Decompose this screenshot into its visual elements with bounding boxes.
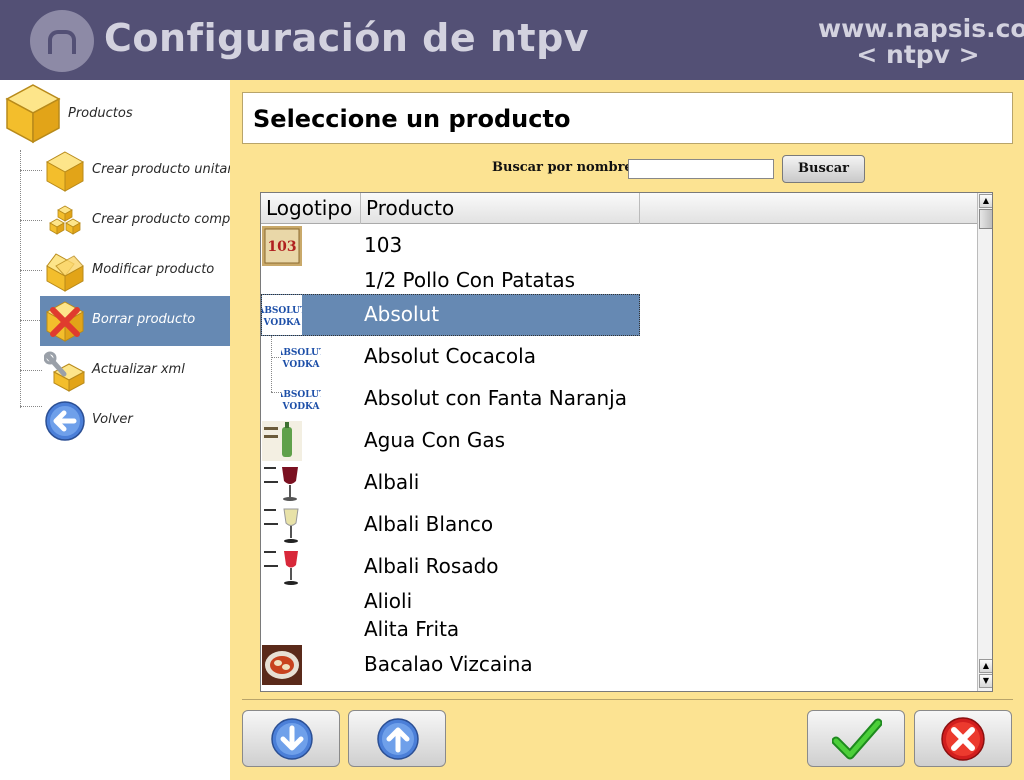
scroll-up-arrow-icon[interactable]: ▲: [979, 659, 992, 673]
product-name: 103: [364, 233, 403, 257]
sidebar-item-borrar[interactable]: Borrar producto: [40, 296, 230, 346]
search-button[interactable]: Buscar: [782, 155, 865, 183]
page-title: Seleccione un producto: [253, 105, 571, 133]
cancel-x-icon: [941, 717, 985, 761]
table-row[interactable]: Bacalao Vizcaina: [261, 644, 977, 686]
svg-text:ABSOLUT: ABSOLUT: [281, 390, 321, 400]
app-title: Configuración de ntpv: [104, 16, 590, 60]
sidebar-item-label: Modificar producto: [92, 262, 215, 277]
table-row-child[interactable]: ABSOLUT VODKA Absolut con Fanta Naranja: [261, 378, 977, 420]
red-wine-glass-logo: [262, 463, 302, 503]
checkmark-icon: [832, 718, 882, 760]
accept-button[interactable]: [807, 710, 905, 767]
ntpv-logo-icon: [30, 10, 94, 72]
svg-text:VODKA: VODKA: [282, 402, 321, 412]
cancel-button[interactable]: [914, 710, 1012, 767]
table-row[interactable]: Alita Frita: [261, 616, 977, 644]
svg-text:VODKA: VODKA: [263, 318, 302, 328]
product-name: Absolut: [364, 302, 440, 326]
sidebar-item-label: Crear producto compuesto: [92, 212, 230, 227]
sidebar-item-crear-unitario[interactable]: Crear producto unitario: [40, 146, 230, 196]
search-input[interactable]: [628, 159, 774, 179]
table-row[interactable]: 103 103: [261, 225, 977, 267]
table-row[interactable]: Albali: [261, 462, 977, 504]
sidebar-item-label: Borrar producto: [92, 312, 196, 327]
site-branding: www.napsis.com < ntpv >: [818, 14, 1024, 69]
scrollbar-thumb[interactable]: [979, 209, 992, 229]
absolut-vodka-logo: ABSOLUT VODKA: [281, 379, 321, 419]
sidebar-item-actualizar-xml[interactable]: Actualizar xml: [40, 346, 230, 396]
scroll-down-arrow-icon[interactable]: ▼: [979, 674, 992, 688]
table-row-child[interactable]: ABSOLUT VODKA Absolut Cocacola: [261, 336, 977, 378]
product-name: Bacalao Vizcaina: [364, 652, 533, 676]
product-name: Alita Frita: [364, 617, 460, 641]
product-table[interactable]: Logotipo Producto 103 103 1/2 Pollo Con …: [260, 192, 993, 692]
wrench-cube-icon: [44, 351, 86, 392]
brandy-103-logo: 103: [262, 226, 302, 266]
svg-text:VODKA: VODKA: [282, 360, 321, 370]
absolut-vodka-logo: ABSOLUT VODKA: [262, 295, 302, 335]
page-title-box: Seleccione un producto: [242, 92, 1013, 144]
sidebar-item-label: Crear producto unitario: [92, 162, 230, 177]
product-name: Alioli: [364, 589, 413, 613]
product-name: Albali Blanco: [364, 512, 494, 536]
main-panel: Seleccione un producto Buscar por nombre…: [230, 80, 1024, 780]
back-arrow-icon: [45, 401, 85, 441]
column-header-empty: [640, 193, 977, 224]
scroll-up-arrow-icon[interactable]: ▲: [979, 194, 992, 208]
cube-icon: [5, 84, 61, 144]
water-bottle-logo: [262, 421, 302, 461]
sidebar-item-modificar[interactable]: Modificar producto: [40, 246, 230, 296]
divider: [242, 699, 1013, 700]
sidebar-item-label: Actualizar xml: [92, 362, 185, 377]
sidebar-item-label: Volver: [92, 412, 133, 427]
sidebar-root-label: Productos: [68, 106, 133, 121]
site-url: www.napsis.com: [818, 14, 1024, 43]
sidebar: Productos Crear producto unitario Crear …: [0, 80, 230, 780]
table-header: Logotipo Producto: [261, 193, 977, 224]
product-name: Absolut Cocacola: [364, 344, 536, 368]
sidebar-item-volver[interactable]: Volver: [40, 396, 230, 446]
column-header-logotipo[interactable]: Logotipo: [261, 193, 361, 224]
white-wine-glass-logo: [262, 505, 302, 545]
product-name: Agua Con Gas: [364, 428, 506, 452]
up-arrow-icon: [377, 718, 419, 760]
delete-cube-icon: [45, 301, 85, 342]
table-scrollbar[interactable]: ▲ ▲ ▼: [977, 193, 992, 691]
scroll-down-button[interactable]: [242, 710, 340, 767]
absolut-vodka-logo: ABSOLUT VODKA: [281, 337, 321, 377]
table-row-selected[interactable]: ABSOLUT VODKA Absolut: [261, 294, 977, 336]
product-name: Albali: [364, 470, 420, 494]
open-box-icon: [46, 253, 84, 292]
svg-text:ABSOLUT: ABSOLUT: [262, 306, 302, 316]
product-name: 1/2 Pollo Con Patatas: [364, 268, 576, 292]
rose-wine-glass-logo: [262, 547, 302, 587]
search-label: Buscar por nombre: [492, 160, 633, 175]
product-name: Absolut con Fanta Naranja: [364, 386, 627, 410]
svg-text:ABSOLUT: ABSOLUT: [281, 348, 321, 358]
app-header: Configuración de ntpv www.napsis.com < n…: [0, 0, 1024, 80]
table-row[interactable]: 1/2 Pollo Con Patatas: [261, 267, 977, 295]
cubes-icon: [49, 205, 81, 235]
scroll-up-button[interactable]: [348, 710, 446, 767]
cube-icon: [45, 151, 85, 192]
svg-text:103: 103: [267, 239, 296, 255]
table-row[interactable]: Albali Blanco: [261, 504, 977, 546]
sidebar-root-productos[interactable]: Productos: [4, 82, 224, 144]
app-tag: < ntpv >: [856, 40, 980, 69]
cod-dish-logo: [262, 645, 302, 685]
sidebar-item-crear-compuesto[interactable]: Crear producto compuesto: [40, 196, 230, 246]
product-name: Albali Rosado: [364, 554, 499, 578]
table-row[interactable]: Albali Rosado: [261, 546, 977, 588]
down-arrow-icon: [271, 718, 313, 760]
table-row[interactable]: Alioli: [261, 588, 977, 616]
column-header-producto[interactable]: Producto: [361, 193, 640, 224]
table-row[interactable]: Agua Con Gas: [261, 420, 977, 462]
